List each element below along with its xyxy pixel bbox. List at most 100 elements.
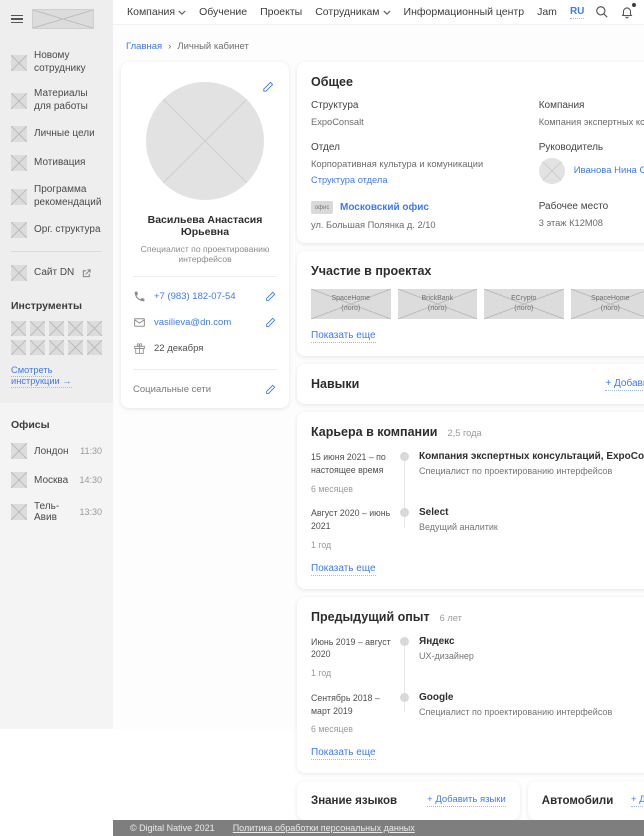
- department-structure-link[interactable]: Структура отдела: [311, 175, 388, 185]
- career-card: Карьера в компании 2,5 года 15 июня 2021…: [297, 412, 644, 589]
- profile-card: Васильева Анастасия Юрьевна Специалист п…: [121, 62, 289, 408]
- tool-icon[interactable]: [68, 321, 83, 336]
- social-label: Социальные сети: [133, 384, 212, 395]
- department-value: Корпоративная культура и комуникации: [311, 158, 484, 169]
- experience-body: Google Специалист по проектированию инте…: [419, 692, 644, 736]
- nav-company[interactable]: Компания: [127, 6, 186, 18]
- sidebar-item-motivation[interactable]: Мотивация: [11, 155, 104, 171]
- placeholder-icon: [11, 92, 27, 109]
- language-switcher[interactable]: RU: [569, 6, 585, 19]
- office-link[interactable]: Московский офис: [340, 202, 429, 213]
- add-car-link[interactable]: + Добавить автомобиль: [631, 794, 644, 808]
- placeholder-icon: [11, 443, 27, 459]
- placeholder-icon: [11, 265, 27, 281]
- tool-icon[interactable]: [87, 340, 102, 355]
- tool-icon[interactable]: [87, 321, 102, 336]
- office-name: Тель-Авив: [34, 501, 60, 523]
- add-skills-link[interactable]: + Добавить навыки: [605, 378, 644, 391]
- project-tile[interactable]: SpaceHome (лого): [570, 289, 644, 320]
- sidebar-item-goals[interactable]: Личные цели: [11, 126, 104, 142]
- tool-icon[interactable]: [11, 321, 26, 336]
- sidebar-item-site-dn[interactable]: Сайт DN: [11, 265, 104, 281]
- sidebar-divider: [11, 251, 102, 252]
- breadcrumb-home-link[interactable]: Главная: [126, 41, 162, 52]
- nav-employees[interactable]: Сотрудникам: [315, 6, 391, 18]
- tool-icon[interactable]: [30, 321, 45, 336]
- manager-label: Руководитель: [538, 141, 604, 153]
- breadcrumb: Главная › Личный кабинет: [126, 41, 644, 52]
- sidebar-item-label: Сайт DN: [34, 266, 75, 278]
- footer: © Digital Native 2021 Политика обработки…: [113, 820, 644, 836]
- experience-role: UX-дизайнер: [419, 650, 474, 661]
- office-time: 14:30: [79, 475, 102, 485]
- cars-card: Автомобили + Добавить автомобиль: [527, 781, 644, 821]
- breadcrumb-separator: ›: [168, 41, 172, 52]
- nav-label: Проекты: [260, 6, 303, 18]
- edit-avatar-pencil-icon[interactable]: [261, 80, 275, 99]
- nav-learning[interactable]: Обучение: [199, 6, 247, 18]
- career-item: 15 июня 2021 – по настоящее время 6 меся…: [311, 451, 644, 495]
- bottom-row: Знание языков + Добавить языки Автомобил…: [297, 781, 644, 821]
- add-languages-link[interactable]: + Добавить языки: [427, 794, 506, 808]
- manager-name-link[interactable]: Иванова Нина Степановна: [574, 165, 644, 176]
- search-icon[interactable]: [595, 5, 609, 19]
- workplace-block: Рабочее место 3 этаж К12М08: [539, 201, 644, 230]
- tools-instructions-link[interactable]: Смотреть инструкции →: [11, 365, 72, 388]
- nav-label: Сотрудникам: [315, 6, 380, 18]
- profile-birthday: 22 декабря: [154, 343, 204, 354]
- tool-icon[interactable]: [30, 340, 45, 355]
- experience-company: Яндекс: [419, 635, 455, 647]
- nav-jam[interactable]: Jam: [537, 6, 557, 18]
- tool-icon[interactable]: [11, 340, 26, 355]
- nav-projects[interactable]: Проекты: [260, 6, 302, 18]
- nav-info-center[interactable]: Информационный центр: [404, 6, 525, 18]
- career-body: Select Ведущий аналитик: [419, 507, 644, 551]
- timeline-dot: [400, 508, 409, 518]
- privacy-policy-link[interactable]: Политика обработки персональных данных: [233, 823, 415, 833]
- nav-label: Jam: [537, 6, 557, 18]
- career-company: Компания экспертных консультаций, ExpoCo…: [419, 451, 644, 463]
- sidebar-item-referral[interactable]: Программа рекомендаций: [11, 184, 104, 209]
- sidebar-item-materials[interactable]: Материалы для работы: [11, 88, 104, 113]
- profile-phone-link[interactable]: +7 (983) 182-07-54: [154, 291, 236, 302]
- edit-phone-pencil-icon[interactable]: [264, 290, 277, 303]
- edit-email-pencil-icon[interactable]: [264, 316, 277, 329]
- project-name: SpaceHome: [331, 294, 371, 302]
- top-navigation: Компания Обучение Проекты Сотрудникам Ин…: [113, 0, 644, 25]
- notification-dot: [632, 3, 637, 7]
- sidebar-item-label: Мотивация: [34, 156, 86, 168]
- edit-social-pencil-icon[interactable]: [264, 383, 277, 396]
- company-block: Компания Компания экспертных консультаци…: [539, 100, 644, 129]
- timeline-mid: [395, 692, 419, 736]
- breadcrumb-current: Личный кабинет: [177, 41, 249, 52]
- sidebar-item-org-structure[interactable]: Орг. структура: [11, 222, 104, 238]
- career-period: Август 2020 – июнь 2021: [311, 508, 391, 532]
- project-tile[interactable]: BrickBank (лого): [397, 289, 478, 320]
- topbar-right: RU Васильева А.Ю.: [569, 0, 644, 24]
- timeline-mid: [395, 507, 419, 551]
- experience-period-block: Сентябрь 2018 – март 2019 6 месяцев: [311, 692, 395, 736]
- project-tile[interactable]: SpaceHome (лого): [311, 289, 391, 320]
- experience-show-more-link[interactable]: Показать еще: [311, 747, 376, 761]
- tool-icon[interactable]: [68, 340, 83, 355]
- manager-row: Иванова Нина Степановна: [538, 157, 644, 184]
- project-logo-label: (лого): [341, 305, 361, 313]
- birthday-row: 22 декабря: [133, 342, 277, 355]
- languages-card: Знание языков + Добавить языки: [297, 781, 520, 821]
- sidebar-item-newcomer[interactable]: Новому сотруднику: [11, 50, 104, 75]
- tool-icon[interactable]: [49, 340, 64, 355]
- project-tile[interactable]: ECrypto (лого): [484, 289, 564, 320]
- department-block: Отдел Корпоративная культура и комуникац…: [311, 142, 525, 189]
- career-role: Ведущий аналитик: [419, 522, 498, 533]
- project-logo-label: (лого): [427, 305, 447, 313]
- notifications-bell-icon[interactable]: [620, 3, 637, 19]
- tool-icon[interactable]: [49, 321, 64, 336]
- career-show-more-link[interactable]: Показать еще: [311, 563, 376, 576]
- profile-email-link[interactable]: vasilieva@dn.com: [154, 317, 231, 328]
- projects-show-more-link[interactable]: Показать еще: [311, 330, 376, 344]
- profile-avatar: [146, 82, 264, 200]
- logo-placeholder[interactable]: [32, 9, 94, 29]
- company-value: Компания экспертных консультаций: [538, 117, 644, 127]
- hamburger-icon[interactable]: [11, 13, 23, 26]
- office-row-london: Лондон 11:30: [11, 443, 102, 459]
